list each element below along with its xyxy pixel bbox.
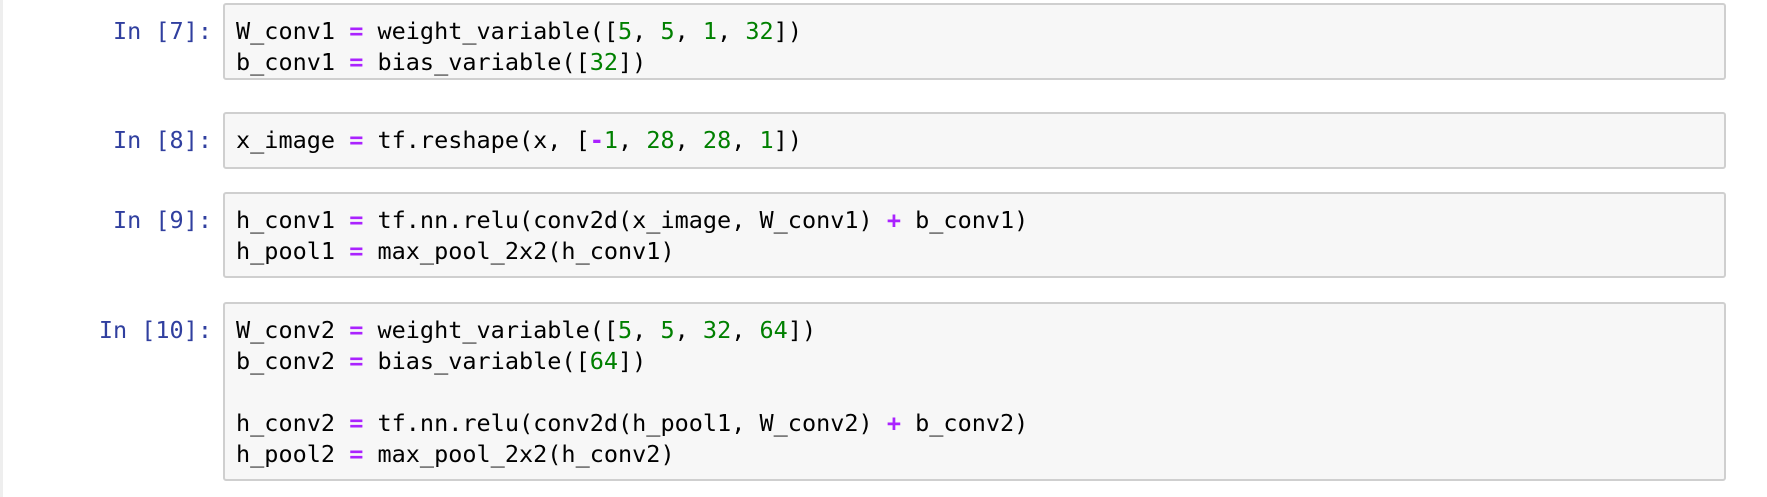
code-operator: = bbox=[349, 126, 364, 154]
code-line: W_conv2 = weight_variable([5, 5, 32, 64]… bbox=[236, 315, 1724, 346]
cell-prompt: In [7]: bbox=[112, 17, 212, 45]
code-line: h_pool2 = max_pool_2x2(h_conv2) bbox=[236, 439, 1724, 470]
code-text: ]) bbox=[787, 316, 817, 344]
code-operator: + bbox=[886, 409, 901, 437]
code-text: W_conv1 bbox=[236, 17, 350, 45]
code-line: h_pool1 = max_pool_2x2(h_conv1) bbox=[236, 236, 1724, 267]
code-text: max_pool_2x2(h_conv1) bbox=[363, 237, 675, 265]
code-line: W_conv1 = weight_variable([5, 5, 1, 32]) bbox=[236, 16, 1724, 47]
code-text: , bbox=[674, 17, 703, 45]
code-number: 28 bbox=[702, 126, 732, 154]
code-text: h_conv2 bbox=[236, 409, 350, 437]
code-operator: = bbox=[349, 237, 364, 265]
code-line: h_conv2 = tf.nn.relu(conv2d(h_pool1, W_c… bbox=[236, 408, 1724, 439]
code-number: 28 bbox=[646, 126, 675, 154]
code-text: ]) bbox=[618, 48, 647, 76]
code-text: ]) bbox=[618, 347, 647, 375]
code-text: ]) bbox=[773, 126, 802, 154]
code-input-area[interactable]: h_conv1 = tf.nn.relu(conv2d(x_image, W_c… bbox=[223, 192, 1726, 278]
code-text: bias_variable([ bbox=[363, 48, 590, 76]
code-cell: In [10]: W_conv2 = weight_variable([5, 5… bbox=[0, 302, 1767, 481]
code-text: , bbox=[717, 17, 746, 45]
code-operator: + bbox=[886, 206, 901, 234]
code-line: b_conv2 = bias_variable([64]) bbox=[236, 346, 1724, 377]
code-operator: = bbox=[349, 316, 364, 344]
code-input-area[interactable]: x_image = tf.reshape(x, [-1, 28, 28, 1]) bbox=[223, 112, 1726, 169]
code-text: h_conv1 bbox=[236, 206, 350, 234]
code-text: W_conv2 bbox=[236, 316, 350, 344]
code-operator: = bbox=[349, 17, 364, 45]
code-text: weight_variable([ bbox=[363, 316, 619, 344]
code-number: 1 bbox=[603, 126, 619, 154]
code-text: , bbox=[632, 316, 661, 344]
code-operator: = bbox=[349, 347, 364, 375]
cell-prompt: In [8]: bbox=[112, 126, 212, 154]
code-text: max_pool_2x2(h_conv2) bbox=[363, 440, 675, 468]
code-operator: = bbox=[349, 48, 364, 76]
code-input-area[interactable]: W_conv2 = weight_variable([5, 5, 32, 64]… bbox=[223, 302, 1726, 481]
code-number: 5 bbox=[618, 17, 633, 45]
code-text: b_conv1) bbox=[900, 206, 1029, 234]
code-number: 1 bbox=[759, 126, 774, 154]
cell-prompt: In [9]: bbox=[112, 206, 212, 234]
code-text: ]) bbox=[773, 17, 802, 45]
code-number: 64 bbox=[589, 347, 619, 375]
code-text: tf.nn.relu(conv2d(x_image, W_conv1) bbox=[363, 206, 887, 234]
code-text: bias_variable([ bbox=[363, 347, 590, 375]
code-text: tf.reshape(x, [ bbox=[363, 126, 590, 154]
code-operator: = bbox=[349, 409, 364, 437]
code-number: 32 bbox=[745, 17, 774, 45]
code-number: 64 bbox=[759, 316, 788, 344]
code-number: 32 bbox=[702, 316, 732, 344]
code-text: tf.nn.relu(conv2d(h_pool1, W_conv2) bbox=[363, 409, 887, 437]
cell-prompt: In [10]: bbox=[98, 316, 212, 344]
code-text: b_conv1 bbox=[236, 48, 350, 76]
code-operator: = bbox=[349, 440, 364, 468]
code-text: h_pool1 bbox=[236, 237, 350, 265]
code-text: , bbox=[731, 316, 760, 344]
code-cell: In [9]: h_conv1 = tf.nn.relu(conv2d(x_im… bbox=[0, 192, 1767, 278]
code-input-area[interactable]: W_conv1 = weight_variable([5, 5, 1, 32])… bbox=[223, 3, 1726, 80]
code-text: h_pool2 bbox=[236, 440, 350, 468]
code-text: , bbox=[618, 126, 647, 154]
code-text: , bbox=[674, 126, 703, 154]
code-cell: In [8]: x_image = tf.reshape(x, [-1, 28,… bbox=[0, 112, 1767, 169]
code-line: h_conv1 = tf.nn.relu(conv2d(x_image, W_c… bbox=[236, 205, 1724, 236]
code-text: b_conv2) bbox=[900, 409, 1029, 437]
code-text: x_image bbox=[236, 126, 350, 154]
code-number: 5 bbox=[618, 316, 633, 344]
code-number: 32 bbox=[589, 48, 619, 76]
code-line: b_conv1 = bias_variable([32]) bbox=[236, 47, 1724, 78]
code-number: 5 bbox=[660, 17, 675, 45]
code-text: b_conv2 bbox=[236, 347, 350, 375]
code-operator: = bbox=[349, 206, 364, 234]
code-text: , bbox=[731, 126, 760, 154]
code-line: x_image = tf.reshape(x, [-1, 28, 28, 1]) bbox=[236, 125, 1724, 156]
code-text: , bbox=[632, 17, 661, 45]
code-text: , bbox=[674, 316, 703, 344]
code-cell: In [7]: W_conv1 = weight_variable([5, 5,… bbox=[0, 3, 1767, 80]
code-operator: - bbox=[589, 126, 604, 154]
code-number: 1 bbox=[702, 17, 718, 45]
code-text: weight_variable([ bbox=[363, 17, 619, 45]
code-number: 5 bbox=[660, 316, 675, 344]
